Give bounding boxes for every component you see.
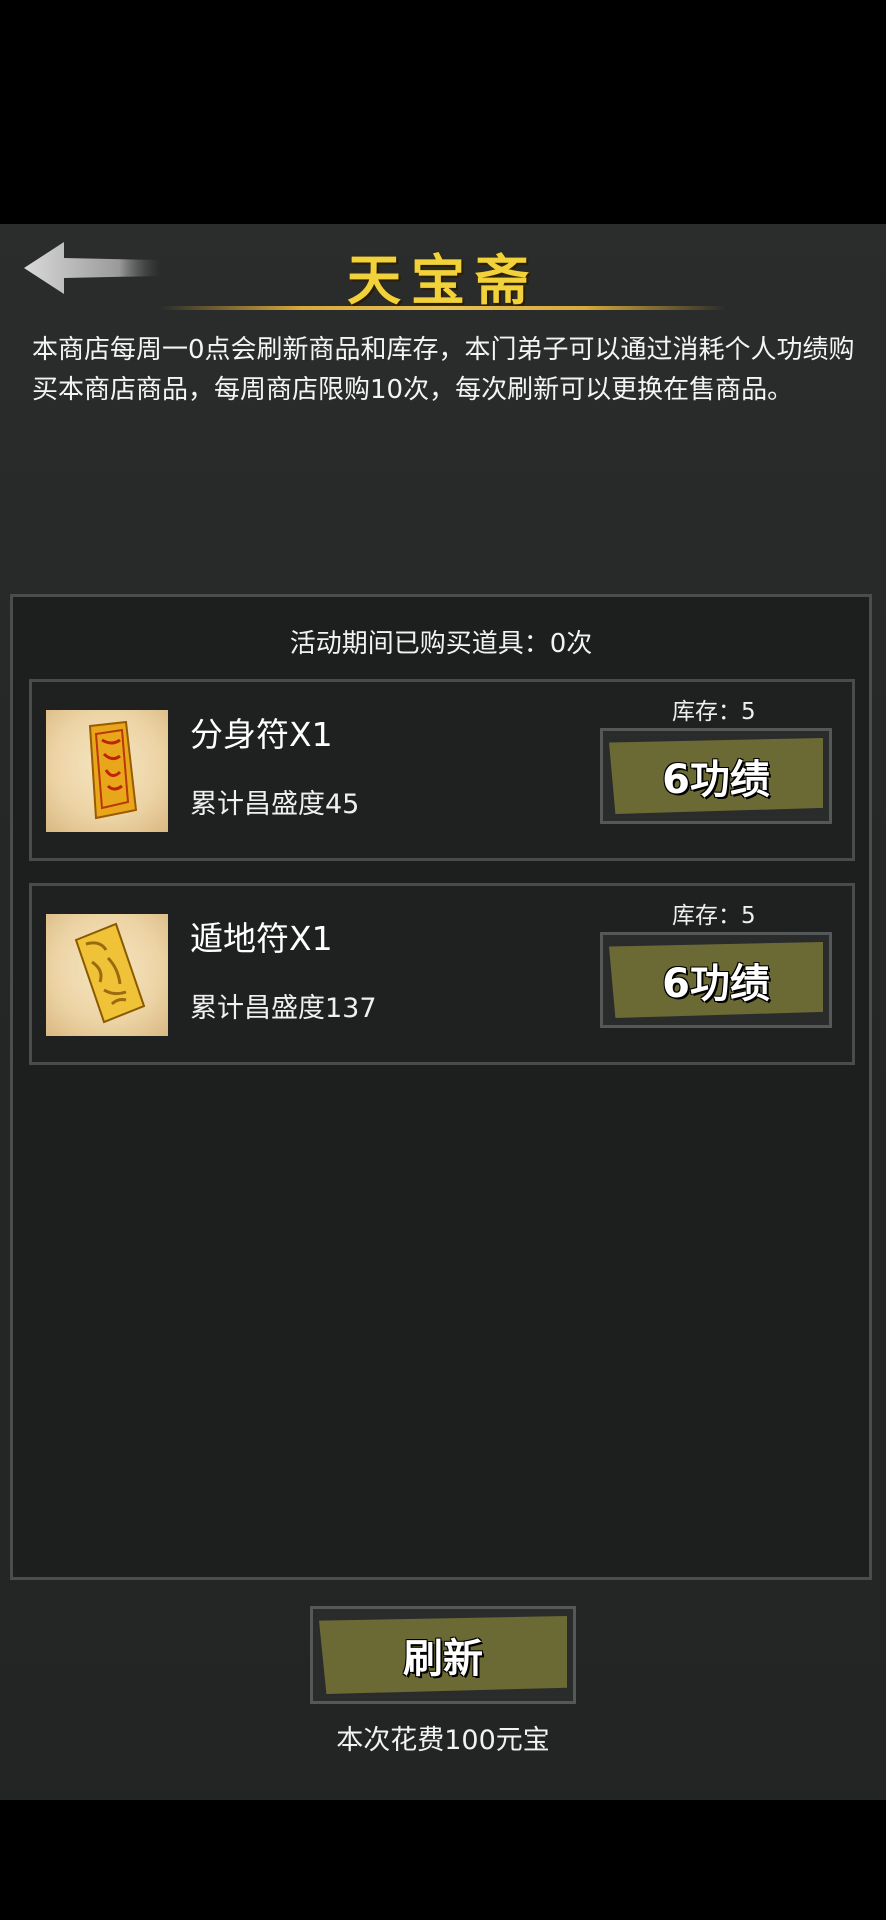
buy-button[interactable]: 6功绩 [600,728,832,824]
shop-list-container: 活动期间已购买道具：0次 分身符X1 累计昌盛度45 库存：5 6功绩 遁地符X… [10,594,872,1580]
purchased-count: 活动期间已购买道具：0次 [289,629,593,659]
talisman-icon [46,710,168,832]
refresh-cost: 本次花费100元宝 [336,1725,550,1756]
shop-item: 遁地符X1 累计昌盛度137 库存：5 6功绩 [29,883,855,1065]
item-prosperity: 累计昌盛度45 [190,789,360,820]
title-divider [160,306,726,310]
buy-button-label: 6功绩 [609,942,823,1018]
refresh-button[interactable]: 刷新 [310,1606,576,1704]
buy-button[interactable]: 6功绩 [600,932,832,1028]
item-stock: 库存：5 [672,903,756,929]
talisman-icon [46,914,168,1036]
buy-button-label: 6功绩 [609,738,823,814]
item-stock: 库存：5 [672,699,756,725]
item-name: 遁地符X1 [190,919,333,958]
page-title: 天宝斋 [347,248,539,312]
shop-description: 本商店每周一0点会刷新商品和库存，本门弟子可以通过消耗个人功绩购买本商店商品，每… [32,335,855,405]
shop-item: 分身符X1 累计昌盛度45 库存：5 6功绩 [29,679,855,861]
item-prosperity: 累计昌盛度137 [190,993,377,1024]
refresh-button-label: 刷新 [319,1616,567,1694]
item-name: 分身符X1 [190,715,333,754]
